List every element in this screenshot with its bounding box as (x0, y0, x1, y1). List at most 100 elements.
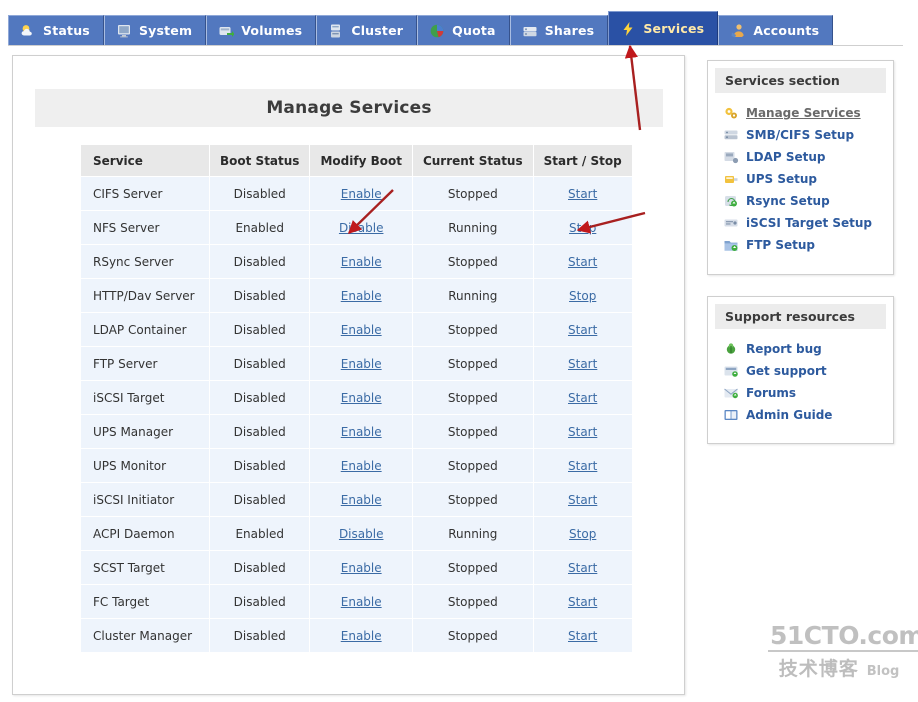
sidebar-item-ldap-setup[interactable]: LDAP Setup (708, 146, 893, 168)
sidebar-item-smb-cifs-setup[interactable]: SMB/CIFS Setup (708, 124, 893, 146)
mail-icon (724, 388, 738, 399)
support-item-forums[interactable]: Forums (708, 382, 893, 404)
modify-boot-link[interactable]: Enable (341, 629, 382, 643)
start-stop-link[interactable]: Start (568, 493, 597, 507)
sidebar-item-label[interactable]: SMB/CIFS Setup (746, 128, 854, 142)
start-stop[interactable]: Start (533, 585, 632, 618)
sidebar-item-label[interactable]: Forums (746, 386, 796, 400)
start-stop[interactable]: Start (533, 245, 632, 278)
start-stop-link[interactable]: Stop (569, 527, 596, 541)
start-stop-link[interactable]: Start (568, 255, 597, 269)
start-stop-link[interactable]: Stop (569, 221, 596, 235)
sidebar-item-label[interactable]: Get support (746, 364, 827, 378)
modify-boot[interactable]: Enable (310, 483, 412, 516)
modify-boot[interactable]: Enable (310, 279, 412, 312)
support-resources-panel: Support resources Report bug Get support F… (707, 296, 894, 444)
modify-boot-link[interactable]: Enable (341, 187, 382, 201)
modify-boot[interactable]: Disable (310, 211, 412, 244)
start-stop[interactable]: Start (533, 619, 632, 652)
start-stop[interactable]: Start (533, 483, 632, 516)
modify-boot[interactable]: Enable (310, 245, 412, 278)
tab-shares[interactable]: Shares (509, 15, 609, 45)
start-stop-link[interactable]: Stop (569, 289, 596, 303)
current-status-cell: Running (412, 517, 533, 550)
modify-boot-link[interactable]: Disable (339, 221, 384, 235)
start-stop-link[interactable]: Start (568, 425, 597, 439)
modify-boot[interactable]: Enable (310, 415, 412, 448)
modify-boot-link[interactable]: Enable (341, 357, 382, 371)
start-stop[interactable]: Stop (533, 517, 632, 550)
modify-boot[interactable]: Disable (310, 517, 412, 550)
start-stop[interactable]: Stop (533, 211, 632, 244)
modify-boot-link[interactable]: Enable (341, 391, 382, 405)
start-stop-link[interactable]: Start (568, 187, 597, 201)
sidebar-item-manage-services[interactable]: Manage Services (708, 102, 893, 124)
modify-boot[interactable]: Enable (310, 619, 412, 652)
modify-boot[interactable]: Enable (310, 381, 412, 414)
tab-volumes[interactable]: Volumes (206, 15, 317, 45)
sidebar-item-label[interactable]: FTP Setup (746, 238, 815, 252)
service-name-cell: HTTP/Dav Server (81, 279, 209, 312)
start-stop-link[interactable]: Start (568, 357, 597, 371)
start-stop-link[interactable]: Start (568, 561, 597, 575)
watermark-top-line: 51CTO.com (768, 622, 918, 652)
modify-boot[interactable]: Enable (310, 347, 412, 380)
sidebar-item-label[interactable]: Rsync Setup (746, 194, 830, 208)
main-content-panel: Manage Services Service Boot Status Modify… (12, 55, 685, 695)
modify-boot-link[interactable]: Enable (341, 323, 382, 337)
modify-boot[interactable]: Enable (310, 551, 412, 584)
sidebar-item-label[interactable]: iSCSI Target Setup (746, 216, 872, 230)
sidebar-item-iscsi-target-setup[interactable]: iSCSI Target Setup (708, 212, 893, 234)
support-item-report-bug[interactable]: Report bug (708, 338, 893, 360)
tab-services[interactable]: Services (608, 11, 719, 45)
sidebar-item-label[interactable]: Manage Services (746, 106, 861, 120)
start-stop-link[interactable]: Start (568, 459, 597, 473)
start-stop-link[interactable]: Start (568, 323, 597, 337)
tab-quota[interactable]: Quota (417, 15, 510, 45)
service-name-cell: CIFS Server (81, 177, 209, 210)
modify-boot-link[interactable]: Enable (341, 561, 382, 575)
support-item-admin-guide[interactable]: Admin Guide (708, 404, 893, 426)
start-stop[interactable]: Start (533, 177, 632, 210)
modify-boot[interactable]: Enable (310, 449, 412, 482)
start-stop[interactable]: Start (533, 347, 632, 380)
start-stop[interactable]: Start (533, 415, 632, 448)
tab-accounts[interactable]: Accounts (718, 15, 834, 45)
sidebar-item-label[interactable]: UPS Setup (746, 172, 817, 186)
boot-status-cell: Disabled (210, 279, 310, 312)
sidebar-item-label[interactable]: LDAP Setup (746, 150, 826, 164)
current-status-cell: Stopped (412, 381, 533, 414)
tab-status[interactable]: Status (8, 15, 104, 45)
service-name-cell: RSync Server (81, 245, 209, 278)
current-status-cell: Stopped (412, 347, 533, 380)
start-stop[interactable]: Stop (533, 279, 632, 312)
watermark-site: 51CTO.com (768, 622, 918, 652)
start-stop-link[interactable]: Start (568, 391, 597, 405)
start-stop-link[interactable]: Start (568, 595, 597, 609)
modify-boot-link[interactable]: Enable (341, 493, 382, 507)
modify-boot-link[interactable]: Disable (339, 527, 384, 541)
support-item-get-support[interactable]: Get support (708, 360, 893, 382)
modify-boot[interactable]: Enable (310, 585, 412, 618)
modify-boot-link[interactable]: Enable (341, 255, 382, 269)
start-stop[interactable]: Start (533, 449, 632, 482)
start-stop[interactable]: Start (533, 313, 632, 346)
sidebar-item-ftp-setup[interactable]: FTP Setup (708, 234, 893, 256)
sidebar-item-rsync-setup[interactable]: Rsync Setup (708, 190, 893, 212)
sidebar-item-label[interactable]: Report bug (746, 342, 822, 356)
sidebar-item-ups-setup[interactable]: UPS Setup (708, 168, 893, 190)
modify-boot-link[interactable]: Enable (341, 459, 382, 473)
modify-boot-link[interactable]: Enable (341, 289, 382, 303)
start-stop-link[interactable]: Start (568, 629, 597, 643)
modify-boot-link[interactable]: Enable (341, 595, 382, 609)
watermark-bottom-line: 技术博客 Blog (768, 654, 910, 681)
modify-boot-link[interactable]: Enable (341, 425, 382, 439)
tab-system[interactable]: System (103, 15, 207, 45)
modify-boot[interactable]: Enable (310, 313, 412, 346)
start-stop[interactable]: Start (533, 381, 632, 414)
modify-boot[interactable]: Enable (310, 177, 412, 210)
sidebar-item-label[interactable]: Admin Guide (746, 408, 832, 422)
tab-cluster[interactable]: Cluster (316, 15, 418, 45)
start-stop[interactable]: Start (533, 551, 632, 584)
services-section-panel: Services section Manage Services SMB/CIFS… (707, 60, 894, 275)
